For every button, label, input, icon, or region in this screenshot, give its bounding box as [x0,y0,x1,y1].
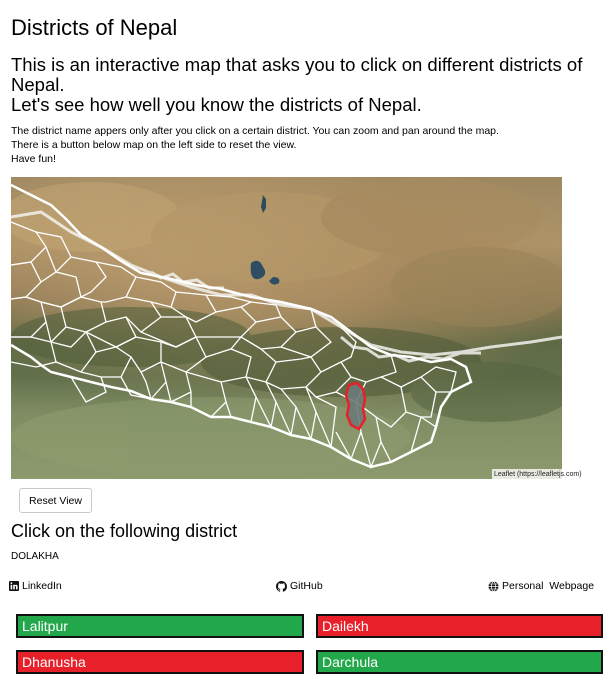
personal-webpage-link[interactable]: Personal Webpage [488,580,594,592]
instruction-line: There is a button below map on the left … [11,139,297,151]
github-link[interactable]: GitHub [276,580,323,592]
linkedin-link[interactable]: LinkedIn [9,580,62,592]
map-layer[interactable] [11,177,562,479]
highlighted-district[interactable] [344,381,367,431]
reset-view-button[interactable]: Reset View [19,488,92,513]
intro-text: This is an interactive map that asks you… [11,55,601,115]
answer-correct: Lalitpur [16,614,304,638]
district-map[interactable] [11,177,562,479]
instructions: The district name appers only after you … [11,124,499,166]
github-label: GitHub [290,580,323,592]
quiz-prompt: Click on the following district [11,521,238,541]
page-title: Districts of Nepal [11,15,178,40]
personal-webpage-label: Personal Webpage [502,580,595,592]
map-attribution[interactable]: Leaflet (https://leafletjs.com) [492,469,600,481]
intro-line: Let's see how well you know the district… [11,94,422,115]
globe-icon [488,580,499,592]
linkedin-label: LinkedIn [22,580,62,592]
answer-wrong: Dhanusha [16,650,304,674]
answer-correct: Darchula [316,650,603,674]
linkedin-icon [9,581,19,591]
instruction-line: Have fun! [11,153,56,165]
instruction-line: The district name appers only after you … [11,125,499,137]
github-icon [276,580,287,592]
answer-wrong: Dailekh [316,614,603,638]
intro-line: This is an interactive map that asks you… [11,54,583,95]
target-district: DOLAKHA [11,551,59,562]
